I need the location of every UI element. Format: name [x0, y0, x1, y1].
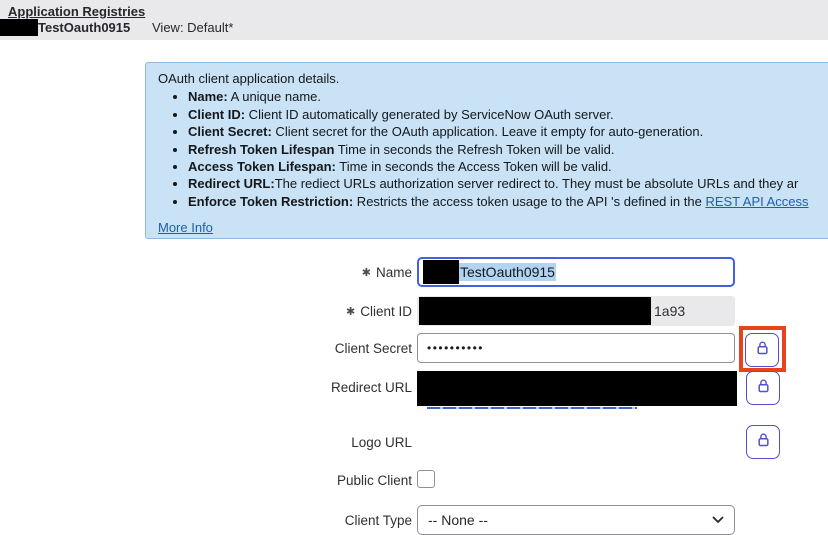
info-bullet-client-secret: Client Secret: Client secret for the OAu…	[188, 123, 828, 140]
mandatory-icon: ✱	[346, 306, 355, 318]
client-type-field-label: Client Type	[150, 513, 412, 528]
redaction-record-prefix	[0, 19, 38, 36]
name-input[interactable]: TestOauth0915	[417, 257, 735, 287]
name-field-label: ✱Name	[150, 265, 412, 280]
info-bullet-client-id: Client ID: Client ID automatically gener…	[188, 106, 828, 123]
info-intro: OAuth client application details.	[158, 70, 828, 87]
mandatory-icon: ✱	[362, 267, 371, 279]
redirect-url-field-label: Redirect URL	[150, 380, 412, 395]
redirect-url-link-remnant-dashes	[427, 407, 637, 409]
client-secret-lock-button[interactable]	[745, 333, 779, 367]
public-client-field-label: Public Client	[150, 473, 412, 488]
lock-icon	[756, 432, 771, 453]
lock-icon	[755, 340, 770, 361]
rest-api-access-link[interactable]: REST API Access	[705, 194, 808, 209]
breadcrumb-application-registries[interactable]: Application Registries	[8, 4, 145, 19]
public-client-checkbox[interactable]	[417, 470, 435, 488]
view-label: View: Default*	[152, 20, 233, 35]
client-secret-input[interactable]: ••••••••••	[417, 333, 735, 363]
lock-icon	[756, 378, 771, 399]
header-bar: Application Registries TestOauth0915 Vie…	[0, 0, 828, 40]
client-id-readonly-field: 1a93	[417, 296, 735, 326]
redaction-client-id	[419, 297, 651, 325]
redaction-name-prefix	[423, 260, 459, 284]
info-bullet-name: Name: A unique name.	[188, 88, 828, 105]
more-info-link[interactable]: More Info	[158, 219, 213, 236]
name-input-selected-text: TestOauth0915	[459, 263, 556, 281]
client-id-field-label: ✱Client ID	[150, 304, 412, 319]
client-secret-field-label: Client Secret	[150, 341, 412, 356]
client-id-visible-suffix: 1a93	[654, 303, 685, 319]
info-bullet-refresh-token: Refresh Token Lifespan Time in seconds t…	[188, 141, 828, 158]
oauth-info-box: OAuth client application details. Name: …	[145, 62, 828, 239]
chevron-down-icon	[712, 516, 724, 524]
redirect-url-lock-button[interactable]	[746, 371, 780, 405]
redaction-redirect-url	[417, 371, 737, 406]
info-bullet-list: Name: A unique name. Client ID: Client I…	[158, 88, 828, 210]
client-type-select[interactable]: -- None --	[417, 505, 735, 535]
redirect-url-link-remnant	[427, 405, 637, 410]
record-name: TestOauth0915	[38, 20, 130, 35]
logo-url-field-label: Logo URL	[150, 435, 412, 450]
client-secret-masked-value: ••••••••••	[427, 341, 484, 355]
info-bullet-redirect-url: Redirect URL:The rediect URLs authorizat…	[188, 175, 828, 192]
client-type-selected-option: -- None --	[428, 512, 712, 528]
logo-url-lock-button[interactable]	[746, 425, 780, 459]
info-bullet-token-restriction: Enforce Token Restriction: Restricts the…	[188, 193, 828, 210]
info-bullet-access-token: Access Token Lifespan: Time in seconds t…	[188, 158, 828, 175]
